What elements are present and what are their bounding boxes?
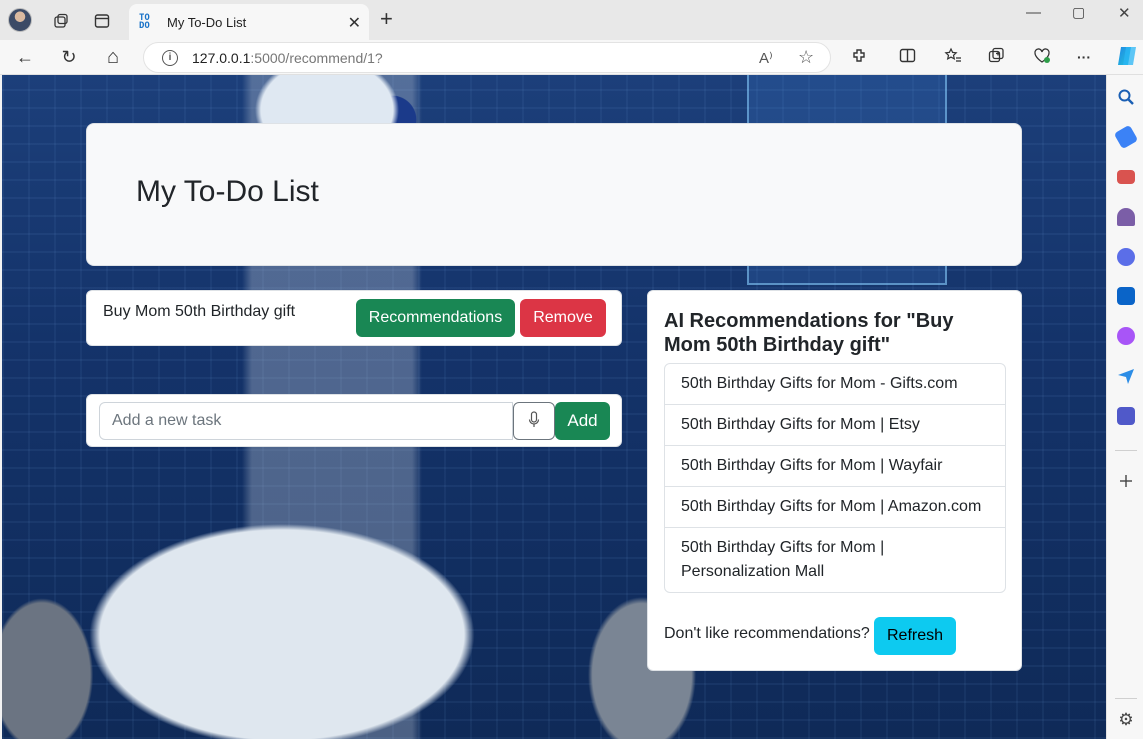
add-task-form: Add bbox=[86, 394, 622, 447]
page-title: My To-Do List bbox=[136, 175, 319, 208]
shopping-tag-icon[interactable] bbox=[1113, 124, 1139, 150]
recommendation-item[interactable]: 50th Birthday Gifts for Mom | Personaliz… bbox=[665, 528, 1005, 592]
collections-icon[interactable] bbox=[988, 47, 1005, 69]
back-icon[interactable]: ← bbox=[12, 45, 38, 69]
favorites-icon[interactable] bbox=[944, 47, 962, 69]
split-screen-icon[interactable] bbox=[899, 47, 916, 69]
dislike-prompt: Don't like recommendations? bbox=[664, 625, 870, 642]
read-aloud-icon[interactable]: A⁾ bbox=[759, 49, 773, 67]
close-window-icon[interactable]: ✕ bbox=[1118, 4, 1131, 22]
url-field[interactable]: i 127.0.0.1:5000/recommend/1? A⁾ ☆ bbox=[143, 42, 831, 73]
recommendations-card: AI Recommendations for "Buy Mom 50th Bir… bbox=[647, 290, 1022, 671]
add-sidebar-app-icon[interactable] bbox=[1117, 472, 1135, 490]
outlook-icon[interactable] bbox=[1117, 287, 1135, 305]
site-info-icon[interactable]: i bbox=[162, 49, 178, 66]
recommendations-title: AI Recommendations for "Buy Mom 50th Bir… bbox=[664, 310, 954, 356]
tab-bar: TO DO My To-Do List ✕ + — ▢ ✕ bbox=[0, 0, 1143, 40]
home-icon[interactable]: ⌂ bbox=[100, 45, 126, 69]
recommendations-list: 50th Birthday Gifts for Mom - Gifts.com … bbox=[664, 363, 1006, 593]
new-task-input[interactable] bbox=[99, 402, 513, 440]
minimize-icon[interactable]: — bbox=[1026, 4, 1041, 21]
maximize-icon[interactable]: ▢ bbox=[1072, 4, 1085, 21]
voice-input-button[interactable] bbox=[513, 402, 555, 440]
header-card: My To-Do List bbox=[86, 123, 1022, 266]
remove-button[interactable]: Remove bbox=[520, 299, 606, 337]
tab-close-icon[interactable]: ✕ bbox=[348, 13, 361, 33]
favorite-star-icon[interactable]: ☆ bbox=[798, 47, 814, 68]
extensions-icon[interactable] bbox=[851, 47, 868, 69]
browser-essentials-icon[interactable] bbox=[1033, 47, 1051, 69]
refresh-button[interactable]: Refresh bbox=[874, 617, 956, 655]
reload-icon[interactable]: ↻ bbox=[56, 45, 82, 69]
tab-actions-icon[interactable] bbox=[89, 8, 115, 34]
copilot-icon[interactable] bbox=[1115, 44, 1139, 73]
page-viewport: My To-Do List Buy Mom 50th Birthday gift… bbox=[2, 75, 1106, 739]
recommendation-item[interactable]: 50th Birthday Gifts for Mom - Gifts.com bbox=[665, 364, 1005, 405]
tab-title: My To-Do List bbox=[167, 14, 247, 30]
task-text: Buy Mom 50th Birthday gift bbox=[103, 303, 296, 320]
tools-briefcase-icon[interactable] bbox=[1117, 170, 1135, 184]
recommendation-item[interactable]: 50th Birthday Gifts for Mom | Amazon.com bbox=[665, 487, 1005, 528]
recommendations-button[interactable]: Recommendations bbox=[356, 299, 515, 337]
address-bar: ← ↻ ⌂ i 127.0.0.1:5000/recommend/1? A⁾ ☆… bbox=[0, 40, 1143, 75]
task-item: Buy Mom 50th Birthday gift Recommendatio… bbox=[86, 290, 622, 346]
more-options-icon[interactable]: ··· bbox=[1077, 49, 1091, 65]
todo-favicon-icon: TO DO bbox=[139, 13, 150, 31]
microphone-icon bbox=[528, 410, 540, 432]
workspaces-icon[interactable] bbox=[48, 8, 74, 34]
recommendation-item[interactable]: 50th Birthday Gifts for Mom | Etsy bbox=[665, 405, 1005, 446]
profile-avatar[interactable] bbox=[8, 8, 32, 32]
teams-icon[interactable] bbox=[1117, 407, 1135, 425]
tab-active[interactable]: TO DO My To-Do List ✕ bbox=[129, 4, 369, 40]
edge-sidebar: ⚙ bbox=[1106, 75, 1143, 739]
sidebar-settings-icon[interactable]: ⚙ bbox=[1117, 711, 1135, 729]
new-tab-button[interactable]: + bbox=[380, 8, 393, 30]
microsoft-365-icon[interactable] bbox=[1117, 248, 1135, 266]
sidebar-divider bbox=[1115, 450, 1137, 451]
games-icon[interactable] bbox=[1117, 208, 1135, 226]
add-task-button[interactable]: Add bbox=[555, 402, 610, 440]
search-icon[interactable] bbox=[1117, 88, 1135, 106]
designer-icon[interactable] bbox=[1117, 327, 1135, 345]
drop-send-icon[interactable] bbox=[1117, 367, 1135, 385]
url-text: 127.0.0.1:5000/recommend/1? bbox=[192, 49, 383, 66]
recommendation-item[interactable]: 50th Birthday Gifts for Mom | Wayfair bbox=[665, 446, 1005, 487]
sidebar-divider bbox=[1115, 698, 1137, 699]
